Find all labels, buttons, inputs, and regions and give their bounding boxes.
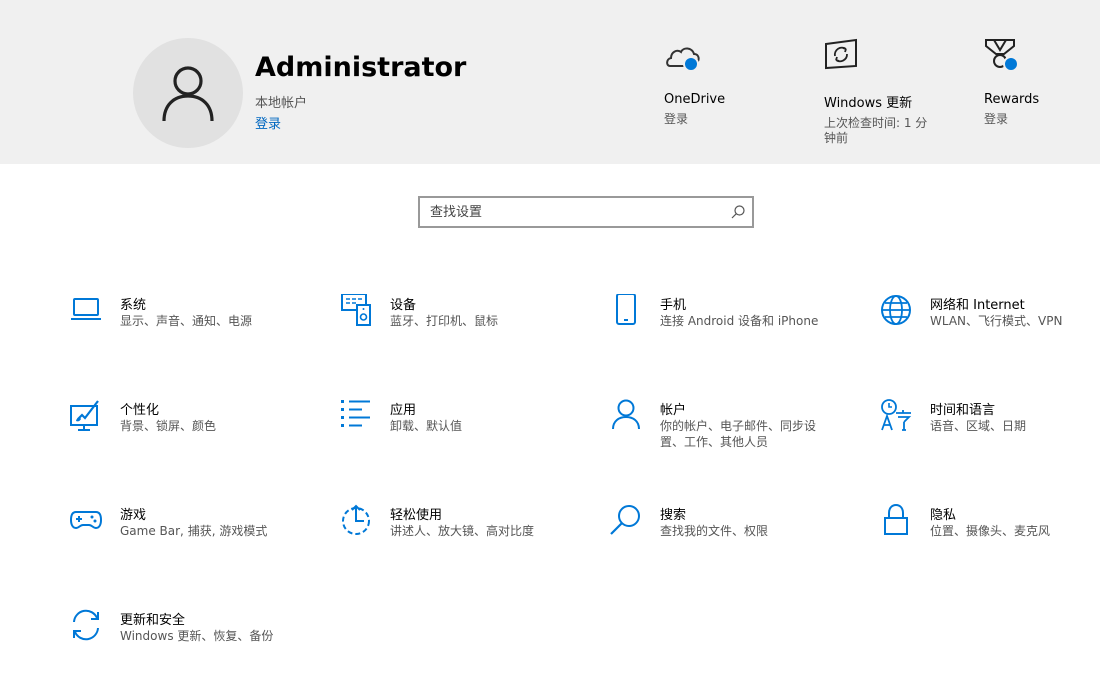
category-subtitle: 蓝牙、打印机、鼠标 bbox=[390, 314, 499, 328]
settings-category-search[interactable]: 搜索 查找我的文件、权限 bbox=[610, 504, 850, 574]
settings-category-apps[interactable]: 应用 卸载、默认值 bbox=[340, 399, 580, 469]
settings-category-accounts[interactable]: 帐户 你的帐户、电子邮件、同步设置、工作、其他人员 bbox=[610, 399, 850, 469]
settings-category-network[interactable]: 网络和 Internet WLAN、飞行模式、VPN bbox=[880, 294, 1100, 364]
sync-icon bbox=[70, 609, 102, 641]
category-title: 手机 bbox=[660, 298, 687, 313]
category-title: 应用 bbox=[390, 403, 417, 418]
quick-link-subtitle: 上次检查时间: 1 分钟前 bbox=[824, 116, 928, 145]
category-subtitle: 卸载、默认值 bbox=[390, 419, 463, 433]
user-avatar-icon bbox=[162, 66, 214, 122]
apps-list-icon bbox=[340, 399, 372, 431]
category-subtitle: 背景、锁屏、颜色 bbox=[120, 419, 217, 433]
rewards-icon bbox=[984, 38, 1024, 78]
settings-category-devices[interactable]: 设备 蓝牙、打印机、鼠标 bbox=[340, 294, 580, 364]
account-header: Administrator 本地帐户 登录 OneDrive 登录 Window… bbox=[0, 0, 1100, 164]
quick-link-subtitle: 登录 bbox=[664, 112, 689, 126]
settings-category-privacy[interactable]: 隐私 位置、摄像头、麦克风 bbox=[880, 504, 1100, 574]
category-title: 个性化 bbox=[120, 403, 160, 418]
category-subtitle: 显示、声音、通知、电源 bbox=[120, 314, 253, 328]
devices-icon bbox=[340, 294, 372, 326]
lock-icon bbox=[880, 504, 912, 536]
search-icon[interactable] bbox=[730, 204, 746, 220]
settings-category-system[interactable]: 系统 显示、声音、通知、电源 bbox=[70, 294, 310, 364]
accessibility-icon bbox=[340, 504, 372, 536]
category-subtitle: 查找我的文件、权限 bbox=[660, 524, 769, 538]
quick-link-title: Rewards bbox=[984, 92, 1040, 107]
account-name: Administrator bbox=[255, 52, 467, 83]
laptop-icon bbox=[70, 294, 102, 326]
onedrive-icon bbox=[664, 38, 704, 78]
category-subtitle: 讲述人、放大镜、高对比度 bbox=[390, 524, 535, 538]
quick-link-title: Windows 更新 bbox=[824, 96, 913, 111]
search-icon bbox=[610, 504, 642, 536]
personalization-icon bbox=[70, 399, 102, 431]
category-subtitle: 连接 Android 设备和 iPhone bbox=[660, 314, 819, 328]
category-subtitle: 语音、区域、日期 bbox=[930, 419, 1027, 433]
category-subtitle: 位置、摄像头、麦克风 bbox=[930, 524, 1051, 538]
category-title: 时间和语言 bbox=[930, 403, 996, 418]
globe-icon bbox=[880, 294, 912, 326]
quick-link-title: OneDrive bbox=[664, 92, 726, 107]
category-title: 系统 bbox=[120, 298, 147, 313]
settings-category-personalization[interactable]: 个性化 背景、锁屏、颜色 bbox=[70, 399, 310, 469]
category-title: 帐户 bbox=[660, 403, 687, 418]
gamepad-icon bbox=[70, 504, 102, 536]
category-title: 网络和 Internet bbox=[930, 298, 1025, 313]
avatar bbox=[133, 38, 243, 148]
account-type: 本地帐户 bbox=[255, 96, 308, 111]
category-subtitle: Windows 更新、恢复、备份 bbox=[120, 629, 274, 643]
quick-link-rewards[interactable]: Rewards 登录 bbox=[984, 38, 1100, 127]
quick-link-subtitle: 登录 bbox=[984, 112, 1009, 126]
windows-update-icon bbox=[824, 38, 864, 78]
category-title: 搜索 bbox=[660, 508, 687, 523]
category-title: 轻松使用 bbox=[390, 508, 443, 523]
person-icon bbox=[610, 399, 642, 431]
category-title: 隐私 bbox=[930, 508, 957, 523]
settings-category-accessibility[interactable]: 轻松使用 讲述人、放大镜、高对比度 bbox=[340, 504, 580, 574]
settings-category-gaming[interactable]: 游戏 Game Bar, 捕获, 游戏模式 bbox=[70, 504, 310, 574]
search-box bbox=[418, 196, 754, 228]
settings-category-update-security[interactable]: 更新和安全 Windows 更新、恢复、备份 bbox=[70, 609, 310, 679]
settings-category-time-language[interactable]: 时间和语言 语音、区域、日期 bbox=[880, 399, 1100, 469]
category-title: 游戏 bbox=[120, 508, 147, 523]
quick-link-onedrive[interactable]: OneDrive 登录 bbox=[664, 38, 794, 127]
category-title: 更新和安全 bbox=[120, 613, 186, 628]
category-subtitle: WLAN、飞行模式、VPN bbox=[930, 314, 1063, 328]
quick-link-windows-update[interactable]: Windows 更新 上次检查时间: 1 分钟前 bbox=[824, 38, 954, 146]
phone-icon bbox=[610, 294, 642, 326]
account-login-link[interactable]: 登录 bbox=[255, 113, 281, 132]
search-input[interactable] bbox=[430, 202, 720, 222]
category-subtitle: Game Bar, 捕获, 游戏模式 bbox=[120, 524, 268, 538]
time-language-icon bbox=[880, 399, 912, 431]
settings-category-phone[interactable]: 手机 连接 Android 设备和 iPhone bbox=[610, 294, 850, 364]
category-title: 设备 bbox=[390, 298, 417, 313]
category-subtitle: 你的帐户、电子邮件、同步设置、工作、其他人员 bbox=[660, 419, 817, 449]
